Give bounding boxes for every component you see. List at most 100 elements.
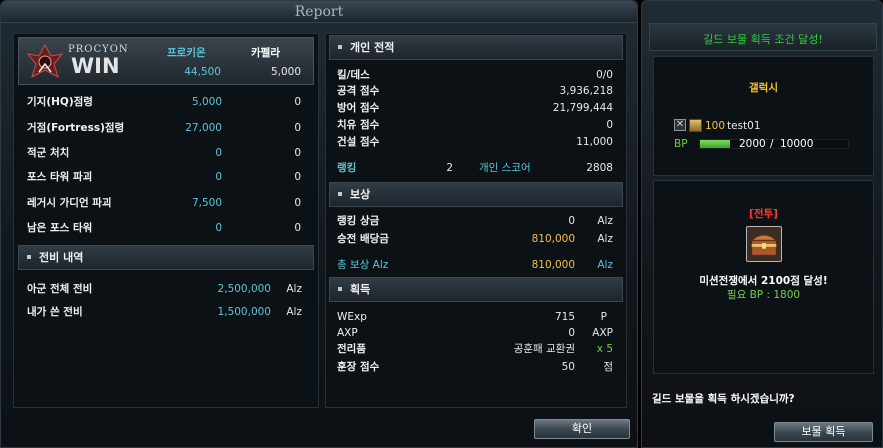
stats-list: 기지(HQ)점령 5,000 0 거점(Fortress)점령 27,000 0…	[13, 91, 319, 241]
personal-row: 킬/데스 0/0	[325, 68, 627, 82]
procyon-emblem-icon	[26, 43, 64, 79]
expense-value: 1,500,000	[217, 306, 271, 318]
reward-header: 보상	[329, 182, 623, 207]
guild-prompt: 길드 보물을 획득 하시겠습니까?	[652, 393, 795, 405]
member-class-icon	[689, 119, 702, 132]
member-name: test01	[727, 120, 761, 132]
reward-total-label: 총 보상 Alz	[337, 259, 389, 271]
stat-row: 기지(HQ)점령 5,000 0	[13, 95, 319, 109]
bp-label: BP	[674, 138, 688, 150]
need-bp: 필요 BP : 1800	[726, 289, 801, 301]
stat-right: 0	[294, 147, 301, 159]
gain-unit: 점	[603, 361, 613, 373]
expense-unit: Alz	[286, 306, 302, 318]
stat-label: 거점(Fortress)점령	[27, 122, 125, 134]
personal-label: 킬/데스	[337, 69, 370, 81]
bp-max: 10000	[780, 138, 814, 150]
faction-left-name: 프로키온	[167, 47, 206, 59]
victory-banner: PROCYON WIN 프로키온 카펠라 44,500 5,000	[18, 37, 314, 85]
treasure-chest-icon	[746, 226, 782, 262]
personal-row: 공격 점수 3,936,218	[325, 84, 627, 98]
reward-value: 0	[568, 215, 575, 227]
mission-text: 미션전쟁에서 2100점 달성!	[699, 275, 828, 287]
guild-name: 갤럭시	[749, 82, 778, 94]
logo-line2: WIN	[71, 54, 120, 78]
stat-left: 0	[215, 222, 222, 234]
stat-right: 0	[294, 222, 301, 234]
personal-row: 치유 점수 0	[325, 118, 627, 132]
score-label: 개인 스코어	[479, 162, 531, 174]
acquire-treasure-button[interactable]: 보물 획득	[774, 422, 873, 442]
reward-label: 랭킹 상금	[337, 215, 380, 227]
gain-label: 전리품	[337, 343, 366, 355]
gain-row: 전리품 공훈패 교환권 x 5	[325, 342, 627, 356]
faction-right-name: 카펠라	[251, 47, 280, 59]
bp-bar-fill	[700, 140, 730, 148]
stat-left: 0	[215, 171, 222, 183]
faction-right-score: 5,000	[270, 66, 301, 78]
gain-value: 50	[561, 361, 575, 373]
expense-row: 아군 전체 전비 2,500,000 Alz	[13, 282, 319, 296]
confirm-button[interactable]: 확인	[534, 419, 630, 439]
stat-right: 0	[294, 197, 301, 209]
stat-right: 0	[294, 171, 301, 183]
stat-label: 기지(HQ)점령	[27, 96, 93, 108]
guild-treasure-window: 길드 보물 획득 조건 달성! 갤럭시 ✕ 100 test01 BP 2000…	[641, 0, 883, 448]
stat-right: 0	[294, 96, 301, 108]
expense-row: 내가 쓴 전비 1,500,000 Alz	[13, 305, 319, 319]
expense-label: 아군 전체 전비	[27, 283, 93, 295]
gain-row: WExp 715 P	[325, 310, 627, 324]
personal-row: 방어 점수 21,799,444	[325, 101, 627, 115]
report-title: Report	[1, 1, 637, 23]
personal-label: 치유 점수	[337, 119, 380, 131]
reward-unit: Alz	[597, 233, 613, 245]
faction-left-score: 44,500	[184, 66, 221, 78]
reward-total-unit: Alz	[597, 259, 613, 271]
guild-header: 길드 보물 획득 조건 달성!	[649, 23, 877, 51]
gain-unit: P	[600, 311, 607, 323]
gain-row: 훈장 점수 50 점	[325, 360, 627, 374]
expense-unit: Alz	[286, 283, 302, 295]
stat-left: 27,000	[185, 122, 222, 134]
personal-value: 0	[606, 119, 613, 131]
personal-value: 11,000	[576, 136, 613, 148]
reward-row: 승전 배당금 810,000 Alz	[325, 232, 627, 246]
bp-separator: /	[770, 138, 774, 150]
member-row: ✕ 100 test01	[674, 119, 864, 133]
rank-value: 2	[446, 162, 453, 174]
reward-unit: Alz	[597, 215, 613, 227]
expense-label: 내가 쓴 전비	[27, 306, 83, 318]
reward-row: 랭킹 상금 0 Alz	[325, 214, 627, 228]
stat-right: 0	[294, 122, 301, 134]
bp-bar	[699, 139, 849, 149]
expense-header: 전비 내역	[18, 245, 314, 270]
personal-row: 건설 점수 11,000	[325, 135, 627, 149]
reward-total-row: 총 보상 Alz 810,000 Alz	[325, 258, 627, 272]
rank-row: 랭킹 2 개인 스코어 2808	[325, 161, 627, 175]
rank-label: 랭킹	[337, 162, 357, 174]
stat-row: 포스 타워 파괴 0 0	[13, 170, 319, 184]
guild-member-panel: 갤럭시 ✕ 100 test01 BP 2000 / 10000	[653, 56, 874, 176]
mission-tag: [전투]	[749, 208, 778, 220]
stat-left: 5,000	[191, 96, 222, 108]
reward-total-value: 810,000	[531, 259, 575, 271]
member-level: 100	[705, 120, 726, 132]
gain-label: AXP	[337, 327, 358, 339]
stat-left: 0	[215, 147, 222, 159]
report-window: Report PROCYON WIN 프로키온 카펠라 44,500 5,000…	[0, 0, 638, 448]
guild-banner: 길드 보물 획득 조건 달성!	[703, 33, 823, 46]
expense-value: 2,500,000	[217, 283, 271, 295]
stat-label: 레거시 가디언 파괴	[27, 197, 112, 209]
gain-value: 0	[568, 327, 575, 339]
mission-panel: [전투] 미션전쟁에서 2100점 달성! 필요 BP : 1800	[653, 180, 874, 374]
bp-current: 2000	[739, 138, 766, 150]
gain-header: 획득	[329, 277, 623, 302]
score-value: 2808	[586, 162, 613, 174]
stat-label: 남은 포스 타워	[27, 222, 93, 234]
member-select-checkbox[interactable]: ✕	[674, 119, 686, 131]
bp-row: BP 2000 / 10000	[674, 138, 874, 152]
stat-row: 적군 처치 0 0	[13, 146, 319, 160]
stat-row: 거점(Fortress)점령 27,000 0	[13, 121, 319, 135]
reward-value: 810,000	[531, 233, 575, 245]
stat-row: 남은 포스 타워 0 0	[13, 221, 319, 235]
